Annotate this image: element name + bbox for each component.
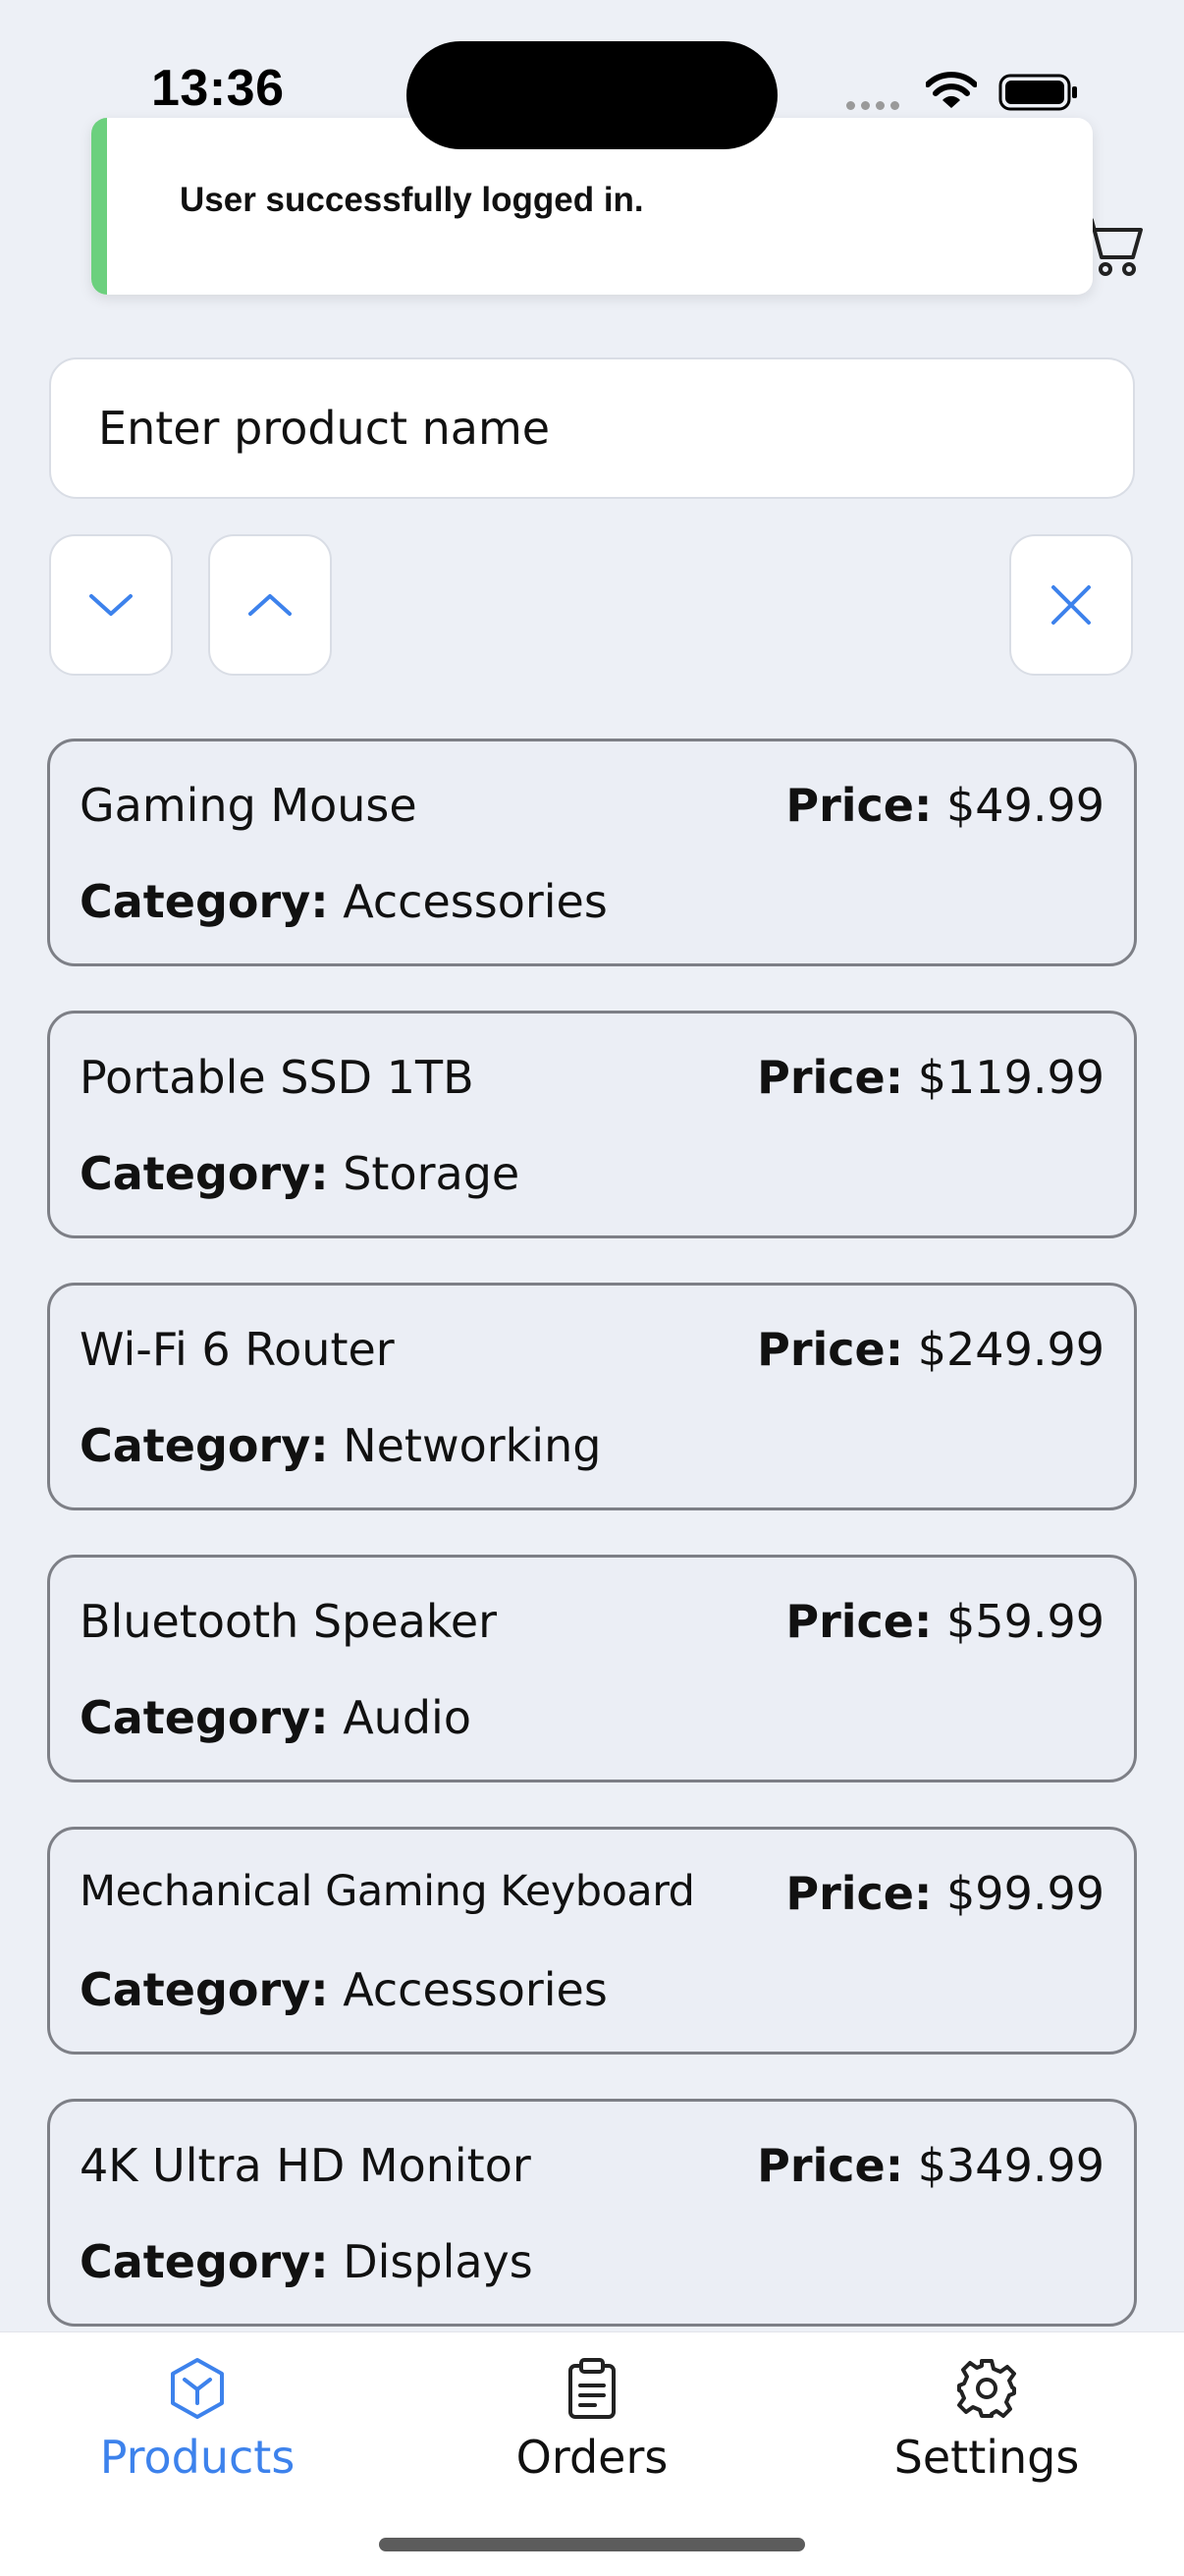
product-category: Category: Displays	[80, 2235, 533, 2288]
cellular-signal-icon	[846, 101, 899, 110]
dynamic-island	[406, 41, 778, 149]
product-price: Price: $99.99	[785, 1867, 1104, 1920]
status-time: 13:36	[151, 60, 285, 117]
tab-orders[interactable]: Orders	[395, 2356, 789, 2513]
battery-icon	[998, 74, 1077, 111]
cube-icon	[171, 2358, 224, 2419]
tab-products[interactable]: Products	[0, 2356, 395, 2513]
product-card[interactable]: 4K Ultra HD Monitor Price: $349.99 Categ…	[47, 2099, 1137, 2327]
close-icon	[1051, 585, 1091, 625]
product-card[interactable]: Mechanical Gaming Keyboard Price: $99.99…	[47, 1827, 1137, 2055]
toast-accent-bar	[91, 118, 107, 295]
product-category: Category: Storage	[80, 1147, 520, 1200]
clear-search-button[interactable]	[1009, 534, 1133, 676]
tab-settings[interactable]: Settings	[789, 2356, 1184, 2513]
product-price: Price: $49.99	[785, 779, 1104, 832]
home-indicator	[379, 2538, 805, 2551]
tab-label: Settings	[893, 2431, 1080, 2484]
product-list[interactable]: Gaming Mouse Price: $49.99 Category: Acc…	[47, 739, 1137, 2331]
product-name: Wi-Fi 6 Router	[80, 1323, 395, 1376]
clipboard-icon	[568, 2358, 616, 2419]
sort-ascending-button[interactable]	[208, 534, 332, 676]
chevron-up-icon	[248, 594, 292, 616]
sort-descending-button[interactable]	[49, 534, 173, 676]
wifi-icon	[926, 72, 977, 108]
product-category: Category: Accessories	[80, 875, 608, 928]
tab-label: Products	[99, 2431, 296, 2484]
product-price: Price: $349.99	[757, 2139, 1104, 2192]
product-card[interactable]: Portable SSD 1TB Price: $119.99 Category…	[47, 1011, 1137, 1238]
product-card[interactable]: Wi-Fi 6 Router Price: $249.99 Category: …	[47, 1283, 1137, 1510]
chevron-down-icon	[89, 594, 133, 616]
product-price: Price: $119.99	[757, 1051, 1104, 1104]
product-price: Price: $59.99	[785, 1595, 1104, 1648]
product-category: Category: Accessories	[80, 1963, 608, 2016]
product-category: Category: Networking	[80, 1419, 602, 1472]
product-name: 4K Ultra HD Monitor	[80, 2139, 531, 2192]
product-category: Category: Audio	[80, 1691, 471, 1744]
product-name: Mechanical Gaming Keyboard	[80, 1867, 695, 1916]
product-name: Portable SSD 1TB	[80, 1051, 474, 1104]
gear-icon	[957, 2359, 1016, 2418]
product-card[interactable]: Gaming Mouse Price: $49.99 Category: Acc…	[47, 739, 1137, 966]
tab-label: Orders	[515, 2431, 669, 2484]
product-card[interactable]: Bluetooth Speaker Price: $59.99 Category…	[47, 1555, 1137, 1782]
product-name: Bluetooth Speaker	[80, 1595, 498, 1648]
product-search-input[interactable]	[49, 357, 1135, 499]
product-price: Price: $249.99	[757, 1323, 1104, 1376]
product-name: Gaming Mouse	[80, 779, 417, 832]
toast-message: User successfully logged in.	[180, 181, 644, 219]
